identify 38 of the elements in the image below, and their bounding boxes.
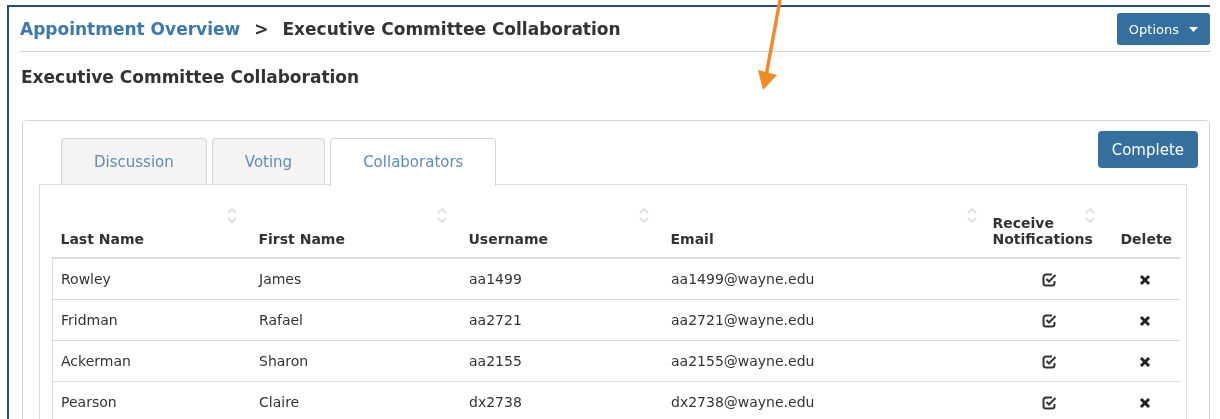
- table-cell: Sharon: [259, 353, 309, 369]
- breadcrumb-link[interactable]: Appointment Overview: [20, 19, 241, 39]
- column-header[interactable]: Last Name: [60, 231, 144, 247]
- complete-button[interactable]: Complete: [1097, 131, 1198, 168]
- breadcrumb-current: Executive Committee Collaboration: [282, 19, 621, 39]
- table-cell: aa1499@wayne.edu: [671, 271, 815, 287]
- page-title: Executive Committee Collaboration: [20, 66, 361, 89]
- table-cell: Claire: [259, 394, 300, 410]
- delete-icon[interactable]: [1138, 356, 1151, 368]
- column-header[interactable]: Delete: [1120, 231, 1173, 247]
- tab[interactable]: Collaborators: [330, 138, 497, 186]
- column-header[interactable]: Receive Notifications: [992, 215, 1101, 247]
- table-cell: Fridman: [61, 312, 118, 328]
- delete-icon[interactable]: [1138, 397, 1151, 409]
- table-cell: aa2721@wayne.edu: [671, 312, 815, 328]
- table-cell: aa2721: [469, 312, 522, 328]
- options-button[interactable]: Options: [1116, 13, 1210, 45]
- caret-icon: [1189, 26, 1198, 32]
- check-icon[interactable]: [1042, 355, 1057, 369]
- table-cell: Pearson: [61, 394, 117, 410]
- check-icon[interactable]: [1042, 314, 1057, 328]
- column-header[interactable]: Username: [468, 231, 549, 247]
- table-cell: dx2738: [469, 394, 522, 410]
- check-icon[interactable]: [1042, 396, 1057, 410]
- check-icon[interactable]: [1042, 273, 1057, 287]
- table-cell: dx2738@wayne.edu: [671, 394, 815, 410]
- table-cell: aa2155: [469, 353, 522, 369]
- table-cell: aa1499: [469, 271, 522, 287]
- delete-icon[interactable]: [1138, 315, 1151, 327]
- delete-icon[interactable]: [1138, 274, 1151, 286]
- column-header[interactable]: Email: [670, 231, 714, 247]
- table-cell: Rowley: [61, 271, 111, 287]
- breadcrumb-separator: >: [254, 19, 269, 39]
- table-cell: Rafael: [259, 312, 303, 328]
- column-header[interactable]: First Name: [258, 231, 345, 247]
- table-cell: aa2155@wayne.edu: [671, 353, 815, 369]
- table-cell: Ackerman: [61, 353, 131, 369]
- table-cell: James: [259, 271, 302, 287]
